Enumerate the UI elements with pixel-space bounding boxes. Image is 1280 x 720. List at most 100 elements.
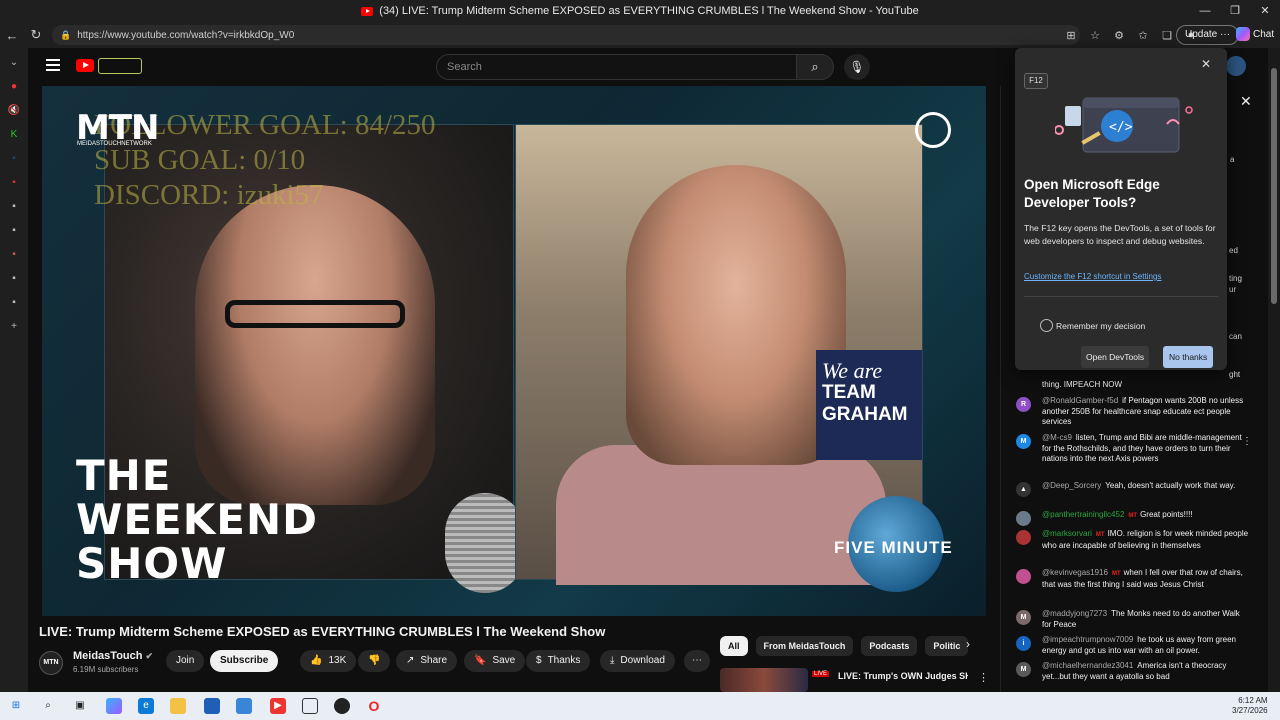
chip-podcasts[interactable]: Podcasts	[861, 636, 918, 656]
chat-avatar[interactable]	[1016, 569, 1031, 584]
chat-author[interactable]: @RonaldGamber-f5d	[1042, 396, 1118, 405]
url-field[interactable]: 🔒 https://www.youtube.com/watch?v=irkbkd…	[52, 25, 1080, 45]
join-button[interactable]: Join	[166, 650, 205, 672]
chat-author[interactable]: @maddyjong7273	[1042, 609, 1107, 618]
restore-button[interactable]: ❐	[1220, 0, 1250, 22]
sidebar-app-icon[interactable]: ▪	[7, 200, 21, 214]
chat-avatar[interactable]	[1016, 530, 1031, 545]
chat-avatar[interactable]: M	[1016, 662, 1031, 677]
share-button[interactable]: ↗ Share	[396, 650, 458, 672]
close-dialog-icon[interactable]: ✕	[1201, 57, 1211, 71]
sidebar-app-icon[interactable]: ●	[7, 80, 21, 94]
message-menu-icon[interactable]: ⋮	[1242, 436, 1252, 447]
sidebar-app-icon[interactable]: K	[7, 128, 21, 142]
favorite-star-icon[interactable]: ☆	[1086, 29, 1104, 42]
add-sidebar-app-icon[interactable]: +	[7, 320, 21, 334]
chat-message[interactable]: ▲ @Deep_Sorcery Yeah, doesn't actually wor…	[1014, 481, 1250, 497]
like-button[interactable]: 👍 13K	[300, 650, 357, 672]
search-icon[interactable]: ⌕	[40, 698, 56, 714]
voice-search-button[interactable]: 🎙	[844, 54, 870, 80]
extensions-icon[interactable]: ⚙	[1110, 29, 1128, 42]
chip-all[interactable]: All	[720, 636, 748, 656]
recommended-more-icon[interactable]: ⋮	[978, 671, 989, 684]
copilot-taskbar-icon[interactable]	[106, 698, 122, 714]
search-button[interactable]: ⌕	[796, 54, 834, 80]
chat-message[interactable]: M @M-cs9 listen, Trump and Bibi are middle…	[1014, 433, 1250, 465]
chat-message[interactable]: i @impeachtrumpnow7009 he took us away fro…	[1014, 635, 1250, 656]
chat-avatar[interactable]: ▲	[1016, 482, 1031, 497]
chat-avatar[interactable]	[1016, 511, 1031, 526]
recommended-thumbnail[interactable]	[720, 668, 808, 692]
app-taskbar-icon[interactable]	[334, 698, 350, 714]
chat-message[interactable]: @kevinvegas1916 MT when I fell over that r…	[1014, 568, 1250, 590]
sidebar-app-icon[interactable]: ▪	[7, 152, 21, 166]
sidebar-app-icon[interactable]: ▪	[7, 296, 21, 310]
no-thanks-button[interactable]: No thanks	[1163, 346, 1214, 368]
more-actions-button[interactable]: ⋯	[684, 650, 710, 672]
windows-start-icon[interactable]: ⊞	[8, 698, 24, 714]
customize-shortcut-link[interactable]: Customize the F12 shortcut in Settings	[1024, 272, 1161, 281]
chat-author[interactable]: @panthertrainingllc452	[1042, 510, 1124, 519]
chat-message[interactable]: @marksorvari MT IMO. religion is for week …	[1014, 529, 1250, 551]
chat-message[interactable]: R @RonaldGamber-f5d if Pentagon wants 200B…	[1014, 396, 1250, 428]
copilot-chat-button[interactable]: Chat	[1236, 27, 1274, 41]
minimize-button[interactable]: —	[1190, 0, 1220, 22]
open-devtools-button[interactable]: Open DevTools	[1081, 346, 1150, 368]
update-button[interactable]: Update ···	[1176, 25, 1240, 45]
opera-taskbar-icon[interactable]: O	[366, 698, 382, 714]
youtube-logo[interactable]	[76, 59, 94, 72]
sidebar-app-icon[interactable]: ▪	[7, 272, 21, 286]
chevron-down-icon[interactable]: ⌄	[7, 56, 21, 70]
scrollbar-thumb[interactable]	[1271, 68, 1277, 304]
chevron-right-icon[interactable]: ›	[966, 637, 970, 651]
sidebar-app-icon[interactable]: ▪	[7, 224, 21, 238]
save-button[interactable]: 🔖 Save	[464, 650, 526, 672]
task-view-icon[interactable]: ▣	[72, 698, 88, 714]
store-icon[interactable]	[204, 698, 220, 714]
channel-avatar[interactable]: MTN	[39, 651, 63, 675]
close-window-button[interactable]: ✕	[1250, 0, 1280, 22]
chat-avatar[interactable]: R	[1016, 397, 1031, 412]
chat-avatar[interactable]: i	[1016, 636, 1031, 651]
sidebar-app-icon[interactable]: ▪	[7, 248, 21, 262]
youtube-doodle[interactable]	[98, 58, 142, 74]
chat-author[interactable]: @michaelhernandez3041	[1042, 661, 1133, 670]
channel-name[interactable]: MeidasTouch ✔	[73, 650, 153, 662]
chat-author[interactable]: @impeachtrumpnow7009	[1042, 635, 1133, 644]
download-button[interactable]: ⤓ Download	[600, 650, 675, 672]
chip-from-meidastouch[interactable]: From MeidasTouch	[755, 636, 854, 656]
file-explorer-icon[interactable]	[170, 698, 186, 714]
favorites-icon[interactable]: ✩	[1134, 29, 1152, 42]
chat-message[interactable]: M @maddyjong7273 The Monks need to do anot…	[1014, 609, 1250, 630]
app-taskbar-icon[interactable]	[302, 698, 318, 714]
chat-author[interactable]: @M-cs9	[1042, 433, 1072, 442]
remember-decision-label[interactable]: Remember my decision	[1056, 321, 1145, 331]
account-avatar[interactable]	[1226, 56, 1246, 76]
chat-avatar[interactable]: M	[1016, 434, 1031, 449]
refresh-icon[interactable]: ↻	[24, 27, 48, 43]
dislike-button[interactable]: 👎	[358, 650, 391, 672]
chat-author[interactable]: @kevinvegas1916	[1042, 568, 1108, 577]
recommended-title[interactable]: LIVE: Trump's OWN Judges SHUT HIM DOWN +…	[838, 671, 968, 682]
mute-tab-icon[interactable]: 🔇	[7, 104, 21, 118]
chat-author[interactable]: @marksorvari	[1042, 529, 1092, 538]
collections-icon[interactable]: ❏	[1158, 29, 1176, 42]
read-aloud-icon[interactable]: ⊞	[1062, 29, 1080, 42]
sidebar-app-icon[interactable]: ▪	[7, 176, 21, 190]
chat-author[interactable]: @Deep_Sorcery	[1042, 481, 1101, 490]
video-player[interactable]: We are TEAM GRAHAM FOLLOWER GOAL: 84/250…	[42, 86, 986, 616]
photos-icon[interactable]	[236, 698, 252, 714]
chat-message[interactable]: thing. IMPEACH NOW	[1014, 380, 1250, 391]
edge-taskbar-icon[interactable]: e	[138, 698, 154, 714]
chip-politics[interactable]: Politic	[925, 636, 969, 656]
remember-decision-radio[interactable]	[1040, 319, 1053, 332]
chat-message[interactable]: @panthertrainingllc452 MT Great points!!!!	[1014, 510, 1250, 526]
thanks-button[interactable]: $ Thanks	[526, 650, 591, 672]
page-scrollbar[interactable]	[1268, 48, 1280, 692]
back-arrow-icon[interactable]: ←	[0, 28, 24, 43]
close-chat-icon[interactable]: ✕	[1240, 93, 1252, 110]
chat-message[interactable]: M @michaelhernandez3041 America isn't a th…	[1014, 661, 1250, 682]
menu-icon[interactable]	[46, 59, 60, 71]
chat-avatar[interactable]: M	[1016, 610, 1031, 625]
youtube-taskbar-icon[interactable]: ▶	[270, 698, 286, 714]
